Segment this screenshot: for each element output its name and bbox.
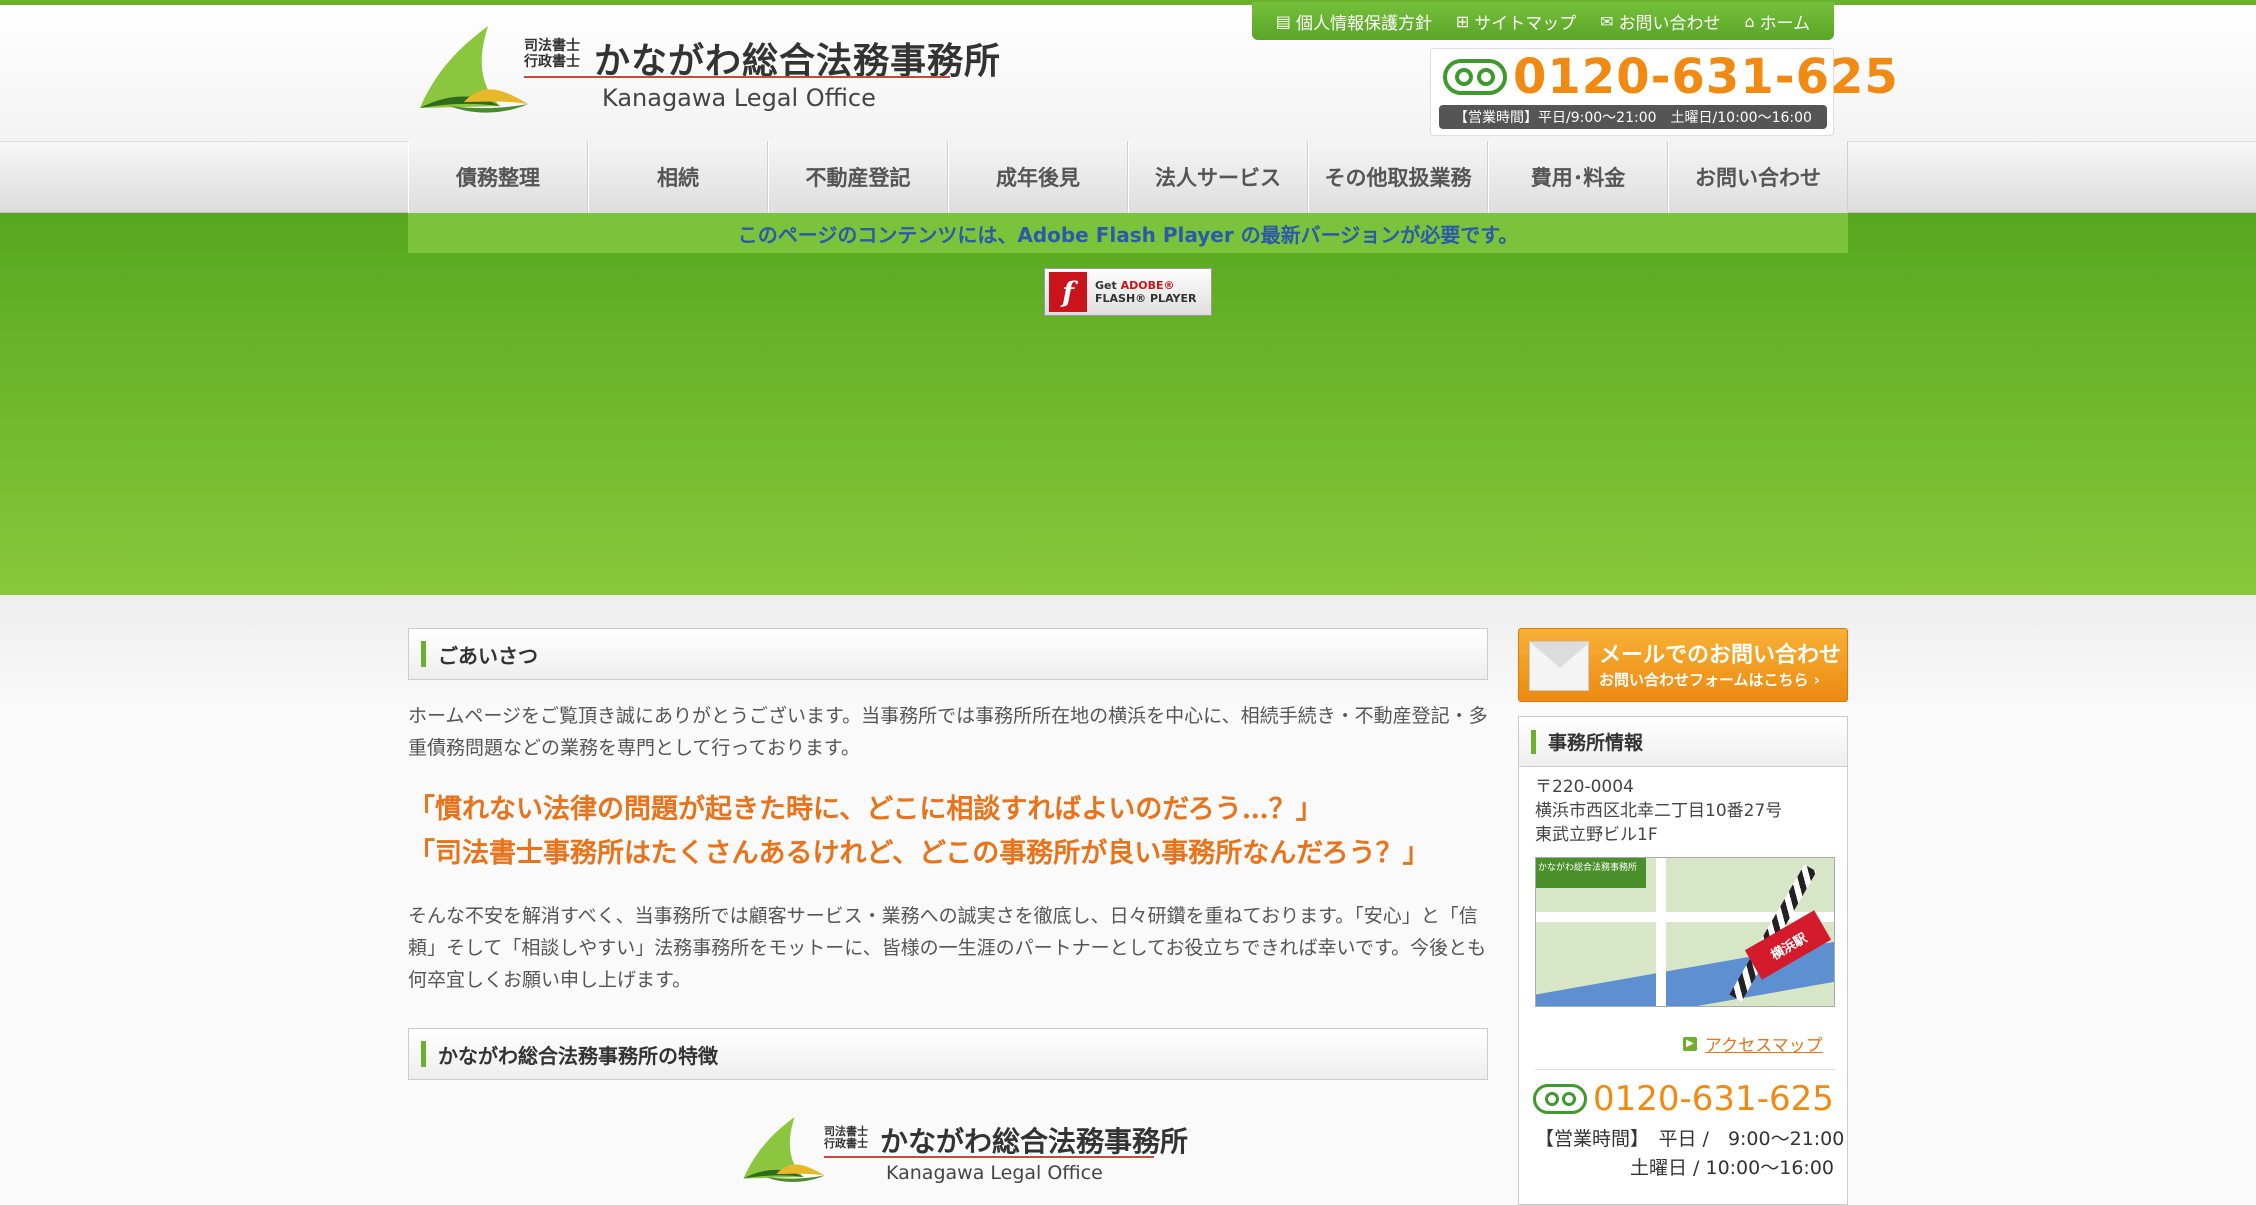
logo-rule [524, 76, 950, 78]
features-logo: 司法書士 行政書士 かながわ総合法務事務所 Kanagawa Legal Off… [734, 1114, 1188, 1194]
greeting-body: そんな不安を解消すべく、当事務所では顧客サービス・業務への誠実さを徹底し、日々研… [408, 905, 1487, 991]
header-business-hours: 【営業時間】平日/9:00～21:00 土曜日/10:00～16:00 [1439, 105, 1827, 129]
nav-debt[interactable]: 債務整理 [408, 141, 588, 213]
nav-guardianship[interactable]: 成年後見 [948, 141, 1128, 213]
mail-icon: ✉ [1600, 11, 1614, 31]
sidebar-business-hours: 【営業時間】 平日 / 9:00～21:00 土曜日 / 10:00～16:00 [1535, 1128, 1845, 1179]
logo-qualification: 司法書士 行政書士 [524, 38, 580, 70]
catch-line-1: 「慣れない法律の問題が起きた時に、どこに相談すればよいのだろう…？」 [408, 794, 1323, 825]
freedial-icon [1443, 59, 1507, 95]
greeting-intro: ホームページをご覧頂き誠にありがとうございます。当事務所では事務所所在地の横浜を… [408, 705, 1488, 759]
header [0, 5, 2256, 141]
nav-contact[interactable]: お問い合わせ [1668, 141, 1848, 213]
header-phone-box: 0120-631-625 【営業時間】平日/9:00～21:00 土曜日/10:… [1430, 48, 1898, 136]
nav-real-estate[interactable]: 不動産登記 [768, 141, 948, 213]
office-info-box: 事務所情報 〒220-0004 横浜市西区北幸二丁目10番27号 東武立野ビル1… [1518, 716, 1848, 1205]
access-map-link[interactable]: ▶ アクセスマップ [1683, 1031, 1823, 1056]
utility-nav: ▤ 個人情報保護方針 ⊞ サイトマップ ✉ お問い合わせ ⌂ ホーム [1252, 2, 1834, 40]
envelope-icon [1529, 641, 1590, 691]
features-heading: かながわ総合法務事務所の特徴 [408, 1028, 1488, 1080]
logo-name-en: Kanagawa Legal Office [602, 84, 876, 112]
util-contact-link[interactable]: ✉ お問い合わせ [1600, 9, 1720, 34]
catch-line-2: 「司法書士事務所はたくさんあるけれど、どこの事務所が良い事務所なんだろう？」 [408, 838, 1430, 869]
nav-fees[interactable]: 費用･料金 [1488, 141, 1668, 213]
office-map-thumbnail[interactable]: かながわ総合法務事務所 横浜駅 [1535, 857, 1835, 1007]
office-info-heading: 事務所情報 [1519, 717, 1847, 767]
global-nav: 債務整理 相続 不動産登記 成年後見 法人サービス その他取扱業務 費用･料金 … [408, 141, 1848, 213]
document-icon: ▤ [1275, 11, 1291, 31]
nav-corporate[interactable]: 法人サービス [1128, 141, 1308, 213]
util-sitemap-link[interactable]: ⊞ サイトマップ [1456, 9, 1576, 34]
home-icon: ⌂ [1744, 11, 1755, 31]
util-privacy-link[interactable]: ▤ 個人情報保護方針 [1276, 9, 1432, 34]
flash-required-message: このページのコンテンツには、Adobe Flash Player の最新バージョ… [408, 213, 1848, 253]
freedial-icon [1533, 1084, 1587, 1114]
office-address: 〒220-0004 横浜市西区北幸二丁目10番27号 東武立野ビル1F [1535, 777, 1783, 845]
sitemap-icon: ⊞ [1455, 11, 1470, 31]
sidebar-phone[interactable]: 0120-631-625 [1533, 1079, 1834, 1119]
greeting-heading: ごあいさつ [408, 628, 1488, 680]
logo-leaf-icon [743, 1117, 825, 1182]
get-flash-player-button[interactable]: f Get ADOBE® FLASH® PLAYER [1044, 268, 1212, 316]
header-phone-number[interactable]: 0120-631-625 [1513, 49, 1899, 105]
arrow-right-icon: ▶ [1683, 1036, 1697, 1051]
flash-button-text: Get ADOBE® FLASH® PLAYER [1095, 279, 1197, 305]
util-home-link[interactable]: ⌂ ホーム [1744, 9, 1810, 34]
flash-logo-icon: f [1049, 272, 1087, 312]
logo-leaf-icon [420, 26, 528, 113]
nav-inheritance[interactable]: 相続 [588, 141, 768, 213]
mail-inquiry-button[interactable]: メールでのお問い合わせ お問い合わせフォームはこちら › [1518, 628, 1848, 702]
site-logo[interactable]: 司法書士 行政書士 かながわ総合法務事務所 Kanagawa Legal Off… [410, 22, 1000, 122]
nav-other-services[interactable]: その他取扱業務 [1308, 141, 1488, 213]
